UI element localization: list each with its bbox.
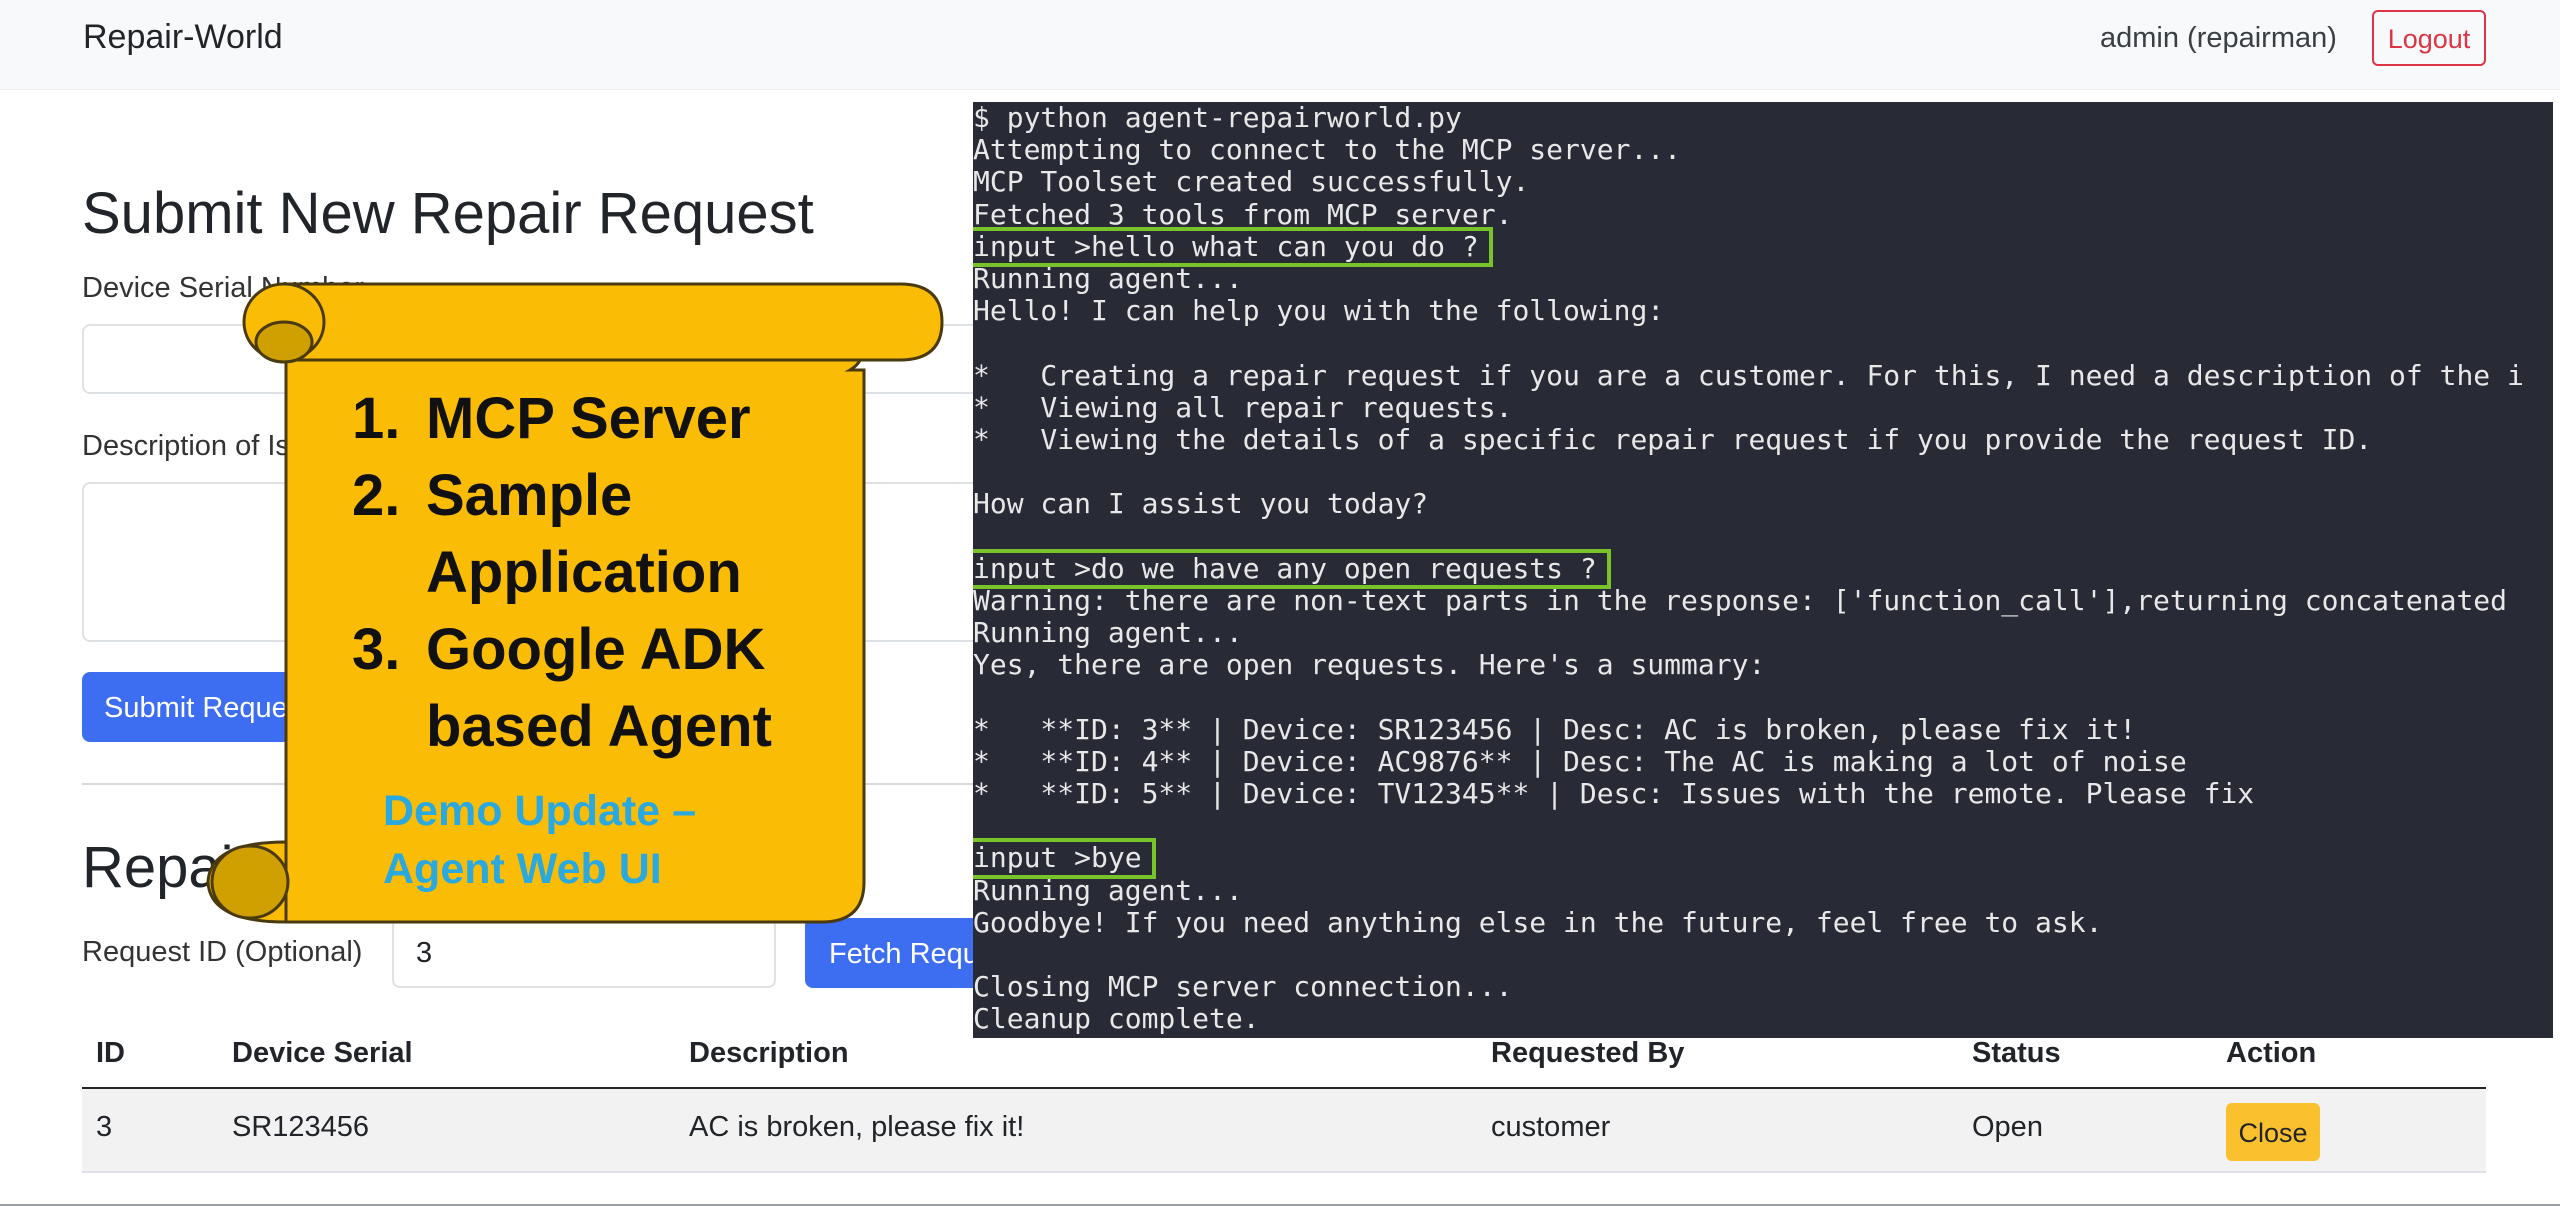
request-id-input[interactable]: 3	[392, 918, 776, 988]
terminal-line: Attempting to connect to the MCP server.…	[973, 133, 1682, 167]
scroll-list: 1. MCP Server 2. Sample Application 3. G…	[352, 380, 872, 765]
list-item: 3. Google ADK based Agent	[352, 611, 872, 765]
list-item-text: Google ADK based Agent	[426, 617, 772, 759]
terminal-line: * **ID: 3** | Device: SR123456 | Desc: A…	[973, 712, 2137, 746]
column-header-device-serial: Device Serial	[232, 1037, 413, 1069]
terminal-line: Fetched 3 tools from MCP server.	[973, 197, 1513, 231]
table-row: 3 SR123456 AC is broken, please fix it! …	[82, 1089, 2486, 1173]
terminal-input-line: input >bye	[973, 838, 2524, 879]
brand-link[interactable]: Repair-World	[83, 18, 283, 57]
terminal-input-line: input >hello what can you do ?	[973, 226, 2524, 267]
cell-id: 3	[96, 1111, 113, 1143]
request-id-label: Request ID (Optional)	[82, 936, 363, 968]
column-header-description: Description	[689, 1037, 849, 1069]
terminal-input-line: input >do we have any open requests ?	[973, 548, 2524, 589]
column-header-requested-by: Requested By	[1491, 1037, 1685, 1069]
list-item-number: 2.	[352, 463, 401, 528]
list-item: 1. MCP Server	[352, 380, 872, 457]
cell-status: Open	[1972, 1111, 2043, 1143]
terminal-line: * Viewing all repair requests.	[973, 390, 1513, 424]
logout-button[interactable]: Logout	[2372, 10, 2486, 66]
terminal-line: How can I assist you today?	[973, 487, 1429, 521]
list-item-number: 3.	[352, 617, 401, 682]
navbar: Repair-World admin (repairman) Logout	[0, 0, 2560, 90]
column-header-id: ID	[96, 1037, 125, 1069]
list-item-number: 1.	[352, 386, 401, 451]
terminal-line: Running agent...	[973, 261, 1243, 295]
terminal-line: $ python agent-repairworld.py	[973, 102, 1462, 134]
cell-device-serial: SR123456	[232, 1111, 370, 1143]
current-user-label: admin (repairman)	[2100, 22, 2337, 54]
cell-requested-by: customer	[1491, 1111, 1611, 1143]
terminal-line: * Creating a repair request if you are a…	[973, 358, 2524, 392]
terminal-line: Closing MCP server connection...	[973, 970, 1513, 1004]
scroll-callout: 1. MCP Server 2. Sample Application 3. G…	[200, 282, 950, 924]
terminal-input-highlight: input >do we have any open requests ?	[973, 548, 1611, 589]
terminal-line: Cleanup complete.	[973, 1002, 1260, 1036]
list-item: 2. Sample Application	[352, 457, 872, 611]
terminal-line: * **ID: 4** | Device: AC9876** | Desc: T…	[973, 744, 2187, 778]
terminal-window: $ python agent-repairworld.py Attempting …	[973, 102, 2553, 1038]
close-request-button[interactable]: Close	[2226, 1103, 2320, 1161]
requests-table: ID Device Serial Description Requested B…	[82, 1025, 2486, 1173]
terminal-line: Running agent...	[973, 616, 1243, 649]
list-item-text: MCP Server	[426, 386, 751, 451]
terminal-input-highlight: input >hello what can you do ?	[973, 226, 1493, 267]
terminal-line: MCP Toolset created successfully.	[973, 165, 1530, 199]
demo-update-note: Demo Update – Agent Web UI	[383, 787, 697, 893]
terminal-line: * **ID: 5** | Device: TV12345** | Desc: …	[973, 776, 2255, 810]
terminal-line: Warning: there are non-text parts in the…	[973, 583, 2508, 617]
terminal-line: Hello! I can help you with the following…	[973, 294, 1665, 328]
terminal-output: $ python agent-repairworld.py Attempting …	[973, 102, 2524, 1035]
terminal-line: Yes, there are open requests. Here's a s…	[973, 648, 1766, 682]
terminal-line: Goodbye! If you need anything else in th…	[973, 905, 2103, 939]
terminal-input-highlight: input >bye	[973, 838, 1156, 879]
terminal-line: * Viewing the details of a specific repa…	[973, 422, 2373, 456]
list-item-text: Sample Application	[426, 463, 742, 605]
terminal-line: Running agent...	[973, 873, 1243, 907]
column-header-status: Status	[1972, 1037, 2061, 1069]
submit-request-heading: Submit New Repair Request	[82, 181, 814, 246]
cell-description: AC is broken, please fix it!	[689, 1111, 1025, 1143]
column-header-action: Action	[2226, 1037, 2317, 1069]
